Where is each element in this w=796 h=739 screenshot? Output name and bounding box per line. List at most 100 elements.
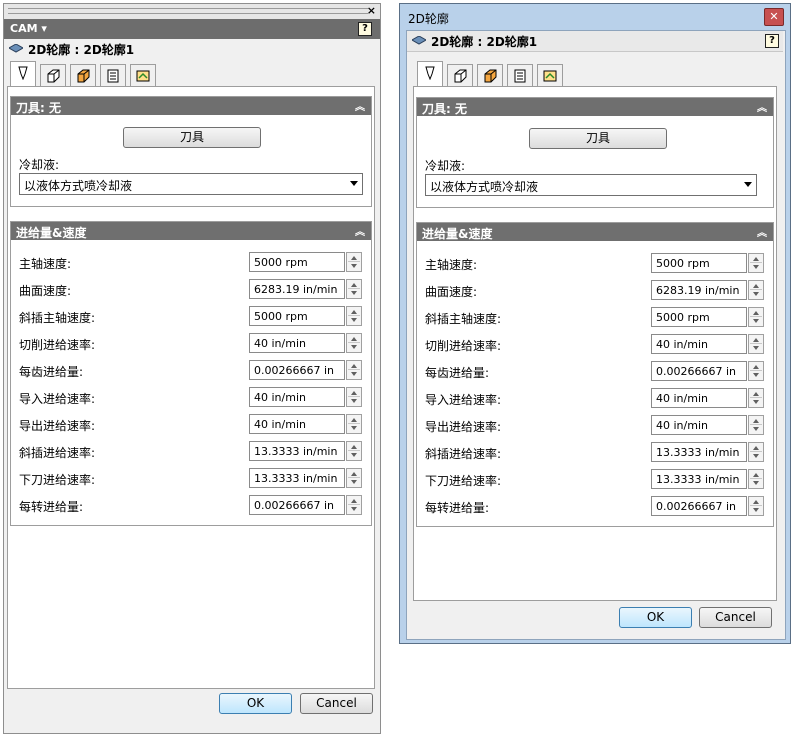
- field-input[interactable]: 13.3333 in/min: [651, 442, 747, 462]
- field-input[interactable]: 40 in/min: [249, 414, 345, 434]
- drag-grip[interactable]: [8, 8, 368, 14]
- spin-down-icon[interactable]: [351, 372, 357, 376]
- field-spinner[interactable]: [748, 388, 764, 408]
- spin-down-icon[interactable]: [351, 264, 357, 268]
- field-input[interactable]: 13.3333 in/min: [249, 441, 345, 461]
- field-input[interactable]: 40 in/min: [249, 333, 345, 353]
- spin-up-icon[interactable]: [753, 257, 759, 261]
- collapse-icon[interactable]: ︽: [355, 98, 365, 113]
- field-spinner[interactable]: [748, 253, 764, 273]
- spin-down-icon[interactable]: [753, 292, 759, 296]
- field-spinner[interactable]: [346, 360, 362, 380]
- tab-tool[interactable]: [10, 61, 36, 86]
- field-spinner[interactable]: [748, 442, 764, 462]
- spin-down-icon[interactable]: [351, 399, 357, 403]
- dialog-close-button[interactable]: ✕: [764, 8, 784, 26]
- collapse-icon[interactable]: ︽: [757, 224, 767, 239]
- field-spinner[interactable]: [346, 414, 362, 434]
- spin-down-icon[interactable]: [753, 373, 759, 377]
- spin-down-icon[interactable]: [351, 507, 357, 511]
- field-spinner[interactable]: [748, 415, 764, 435]
- spin-down-icon[interactable]: [753, 454, 759, 458]
- spin-up-icon[interactable]: [753, 284, 759, 288]
- feeds-group-header[interactable]: 进给量&速度 ︽: [11, 222, 371, 240]
- spin-up-icon[interactable]: [351, 310, 357, 314]
- cancel-button[interactable]: Cancel: [300, 693, 373, 714]
- field-spinner[interactable]: [748, 334, 764, 354]
- spin-down-icon[interactable]: [351, 291, 357, 295]
- spin-down-icon[interactable]: [753, 346, 759, 350]
- panel-close-button[interactable]: ×: [367, 4, 376, 17]
- cancel-button[interactable]: Cancel: [699, 607, 772, 628]
- field-input[interactable]: 40 in/min: [651, 388, 747, 408]
- spin-up-icon[interactable]: [753, 473, 759, 477]
- tab-geometry[interactable]: [40, 64, 66, 86]
- tab-linking[interactable]: [130, 64, 156, 86]
- spin-down-icon[interactable]: [351, 453, 357, 457]
- field-input[interactable]: 40 in/min: [651, 334, 747, 354]
- field-spinner[interactable]: [748, 496, 764, 516]
- field-spinner[interactable]: [346, 333, 362, 353]
- panel-grip-bar[interactable]: ×: [4, 4, 380, 19]
- spin-down-icon[interactable]: [351, 426, 357, 430]
- field-input[interactable]: 6283.19 in/min: [651, 280, 747, 300]
- select-tool-button[interactable]: 刀具: [123, 127, 261, 148]
- feeds-group-header[interactable]: 进给量&速度 ︽: [417, 223, 773, 241]
- spin-down-icon[interactable]: [753, 265, 759, 269]
- spin-up-icon[interactable]: [351, 391, 357, 395]
- select-tool-button[interactable]: 刀具: [529, 128, 667, 149]
- spin-up-icon[interactable]: [351, 445, 357, 449]
- field-spinner[interactable]: [346, 387, 362, 407]
- field-input[interactable]: 40 in/min: [651, 415, 747, 435]
- tab-geometry[interactable]: [447, 64, 473, 86]
- spin-down-icon[interactable]: [753, 400, 759, 404]
- tab-tool[interactable]: [417, 61, 443, 86]
- spin-up-icon[interactable]: [753, 500, 759, 504]
- tab-heights[interactable]: [70, 64, 96, 86]
- tab-passes[interactable]: [100, 64, 126, 86]
- field-spinner[interactable]: [346, 306, 362, 326]
- coolant-select[interactable]: 以液体方式喷冷却液: [19, 173, 363, 195]
- spin-up-icon[interactable]: [753, 365, 759, 369]
- spin-down-icon[interactable]: [753, 427, 759, 431]
- field-input[interactable]: 0.00266667 in: [249, 495, 345, 515]
- field-input[interactable]: 5000 rpm: [651, 253, 747, 273]
- collapse-icon[interactable]: ︽: [757, 99, 767, 114]
- field-input[interactable]: 5000 rpm: [249, 306, 345, 326]
- ok-button[interactable]: OK: [219, 693, 292, 714]
- tool-group-header[interactable]: 刀具: 无 ︽: [11, 97, 371, 115]
- field-spinner[interactable]: [748, 361, 764, 381]
- spin-up-icon[interactable]: [753, 419, 759, 423]
- spin-up-icon[interactable]: [753, 338, 759, 342]
- field-input[interactable]: 5000 rpm: [249, 252, 345, 272]
- spin-down-icon[interactable]: [351, 480, 357, 484]
- coolant-select[interactable]: 以液体方式喷冷却液: [425, 174, 757, 196]
- spin-down-icon[interactable]: [351, 318, 357, 322]
- field-spinner[interactable]: [748, 469, 764, 489]
- collapse-icon[interactable]: ︽: [355, 223, 365, 238]
- spin-down-icon[interactable]: [753, 481, 759, 485]
- spin-up-icon[interactable]: [351, 337, 357, 341]
- field-input[interactable]: 5000 rpm: [651, 307, 747, 327]
- field-spinner[interactable]: [346, 468, 362, 488]
- spin-up-icon[interactable]: [753, 446, 759, 450]
- tab-linking[interactable]: [537, 64, 563, 86]
- spin-up-icon[interactable]: [351, 418, 357, 422]
- spin-up-icon[interactable]: [351, 256, 357, 260]
- field-input[interactable]: 0.00266667 in: [651, 361, 747, 381]
- spin-down-icon[interactable]: [351, 345, 357, 349]
- field-spinner[interactable]: [346, 441, 362, 461]
- spin-down-icon[interactable]: [753, 508, 759, 512]
- field-input[interactable]: 6283.19 in/min: [249, 279, 345, 299]
- cam-menu-button[interactable]: CAM ▾: [10, 22, 47, 35]
- field-spinner[interactable]: [346, 279, 362, 299]
- help-button[interactable]: ?: [358, 22, 372, 36]
- help-button[interactable]: ?: [765, 34, 779, 48]
- spin-down-icon[interactable]: [753, 319, 759, 323]
- field-input[interactable]: 40 in/min: [249, 387, 345, 407]
- field-spinner[interactable]: [346, 252, 362, 272]
- tab-heights[interactable]: [477, 64, 503, 86]
- spin-up-icon[interactable]: [351, 499, 357, 503]
- field-input[interactable]: 0.00266667 in: [249, 360, 345, 380]
- spin-up-icon[interactable]: [351, 364, 357, 368]
